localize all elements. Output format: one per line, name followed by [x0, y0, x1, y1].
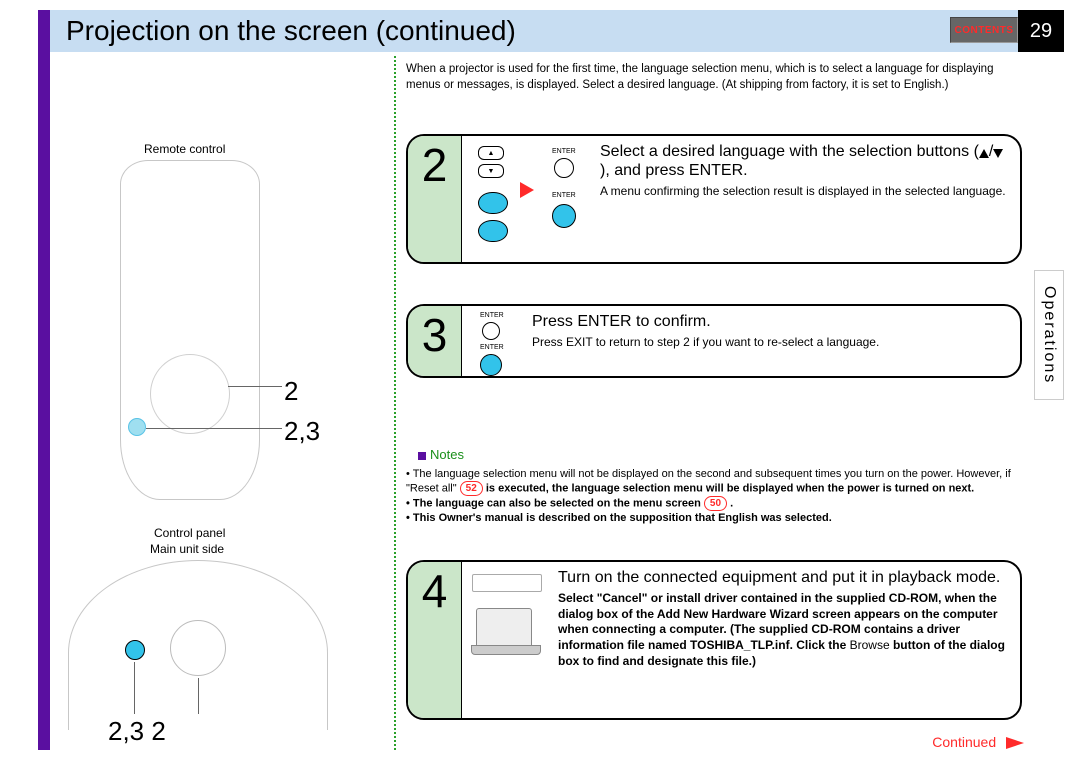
step-4-body: Turn on the connected equipment and put … [462, 562, 1020, 718]
notes-section: Notes • The language selection menu will… [406, 447, 1028, 525]
note-2a: • The language can also be selected on t… [406, 498, 704, 510]
panel-dpad-icon [170, 620, 226, 676]
callout-2-3-2: 2,3 2 [108, 716, 166, 747]
section-tab-label: Operations [1040, 286, 1058, 384]
step-3-subtext: Press EXIT to return to step 2 if you wa… [472, 335, 1010, 351]
cyan-enter-icon [480, 354, 502, 376]
callout-line [198, 678, 199, 714]
down-button-icon [478, 164, 504, 178]
note-1b: is executed, the language selection menu… [486, 483, 974, 495]
callout-line [146, 428, 282, 429]
step-3-title: Press ENTER to confirm. [472, 312, 1010, 331]
control-panel-label: Control panel [154, 526, 225, 540]
step-4-number: 4 [408, 562, 462, 718]
triangle-up-icon [979, 149, 989, 158]
step-2-title-b: ), and press ENTER. [600, 162, 748, 179]
cyan-up-icon [478, 192, 508, 214]
callout-2: 2 [284, 376, 298, 407]
step-4-subtext: Select "Cancel" or install driver contai… [472, 591, 1010, 669]
callout-line [134, 662, 135, 714]
step-4-browse: Browse [850, 638, 890, 652]
remote-control-illustration [120, 160, 260, 500]
step-2-title-a: Select a desired language with the selec… [600, 143, 979, 160]
step-3-body: ENTER ENTER Press ENTER to confirm. Pres… [462, 306, 1020, 376]
contents-button[interactable]: CONTENTS [950, 17, 1018, 43]
note-line-1: • The language selection menu will not b… [406, 467, 1028, 496]
enter-circle-icon [554, 158, 574, 178]
enter-circle-icon [482, 322, 500, 340]
step-2-body: ENTER ENTER Select a desired language wi… [462, 136, 1020, 262]
step-3-button-diagram: ENTER ENTER [472, 312, 532, 374]
page-header: Projection on the screen (continued) [50, 10, 1020, 52]
column-divider [394, 56, 396, 750]
callout-line [228, 386, 282, 387]
section-tab[interactable]: Operations [1034, 270, 1064, 400]
enter-label: ENTER [552, 192, 576, 199]
arrow-right-icon [520, 182, 534, 198]
step-2-number: 2 [408, 136, 462, 262]
callout-2-3: 2,3 [284, 416, 320, 447]
page-number: 29 [1018, 10, 1064, 52]
step-4-equipment-diagram [472, 568, 552, 718]
intro-paragraph: When a projector is used for the first t… [406, 62, 1022, 93]
enter-label: ENTER [480, 312, 504, 319]
continued-label: Continued [932, 734, 996, 750]
enter-label: ENTER [480, 344, 504, 351]
note-line-2: • The language can also be selected on t… [406, 496, 1028, 511]
continued-indicator: Continued [932, 734, 1024, 750]
note-2b: . [730, 498, 733, 510]
laptop-icon [476, 608, 532, 648]
remote-control-label: Remote control [144, 142, 225, 156]
step-3-number: 3 [408, 306, 462, 376]
step-4-box: 4 Turn on the connected equipment and pu… [406, 560, 1022, 720]
step-3-box: 3 ENTER ENTER Press ENTER to confirm. Pr… [406, 304, 1022, 378]
page-title: Projection on the screen (continued) [66, 15, 516, 47]
up-button-icon [478, 146, 504, 160]
purple-accent-bar [38, 10, 50, 750]
page-ref-50[interactable]: 50 [704, 496, 727, 511]
step-4-title: Turn on the connected equipment and put … [472, 568, 1010, 587]
step-2-box: 2 ENTER ENTER Select a desired language … [406, 134, 1022, 264]
cyan-enter-icon [552, 204, 576, 228]
triangle-down-icon [993, 149, 1003, 158]
note-line-3: • This Owner's manual is described on th… [406, 511, 1028, 525]
panel-enter-icon [125, 640, 145, 660]
arrow-right-icon [1006, 737, 1024, 749]
main-unit-side-label: Main unit side [150, 542, 224, 556]
enter-label: ENTER [552, 148, 576, 155]
remote-dpad-icon [150, 354, 230, 434]
remote-enter-icon [128, 418, 146, 436]
page-ref-52[interactable]: 52 [460, 481, 483, 496]
vcr-icon [472, 574, 542, 592]
cyan-down-icon [478, 220, 508, 242]
step-2-button-diagram: ENTER ENTER [472, 142, 600, 252]
notes-heading: Notes [406, 447, 1028, 464]
